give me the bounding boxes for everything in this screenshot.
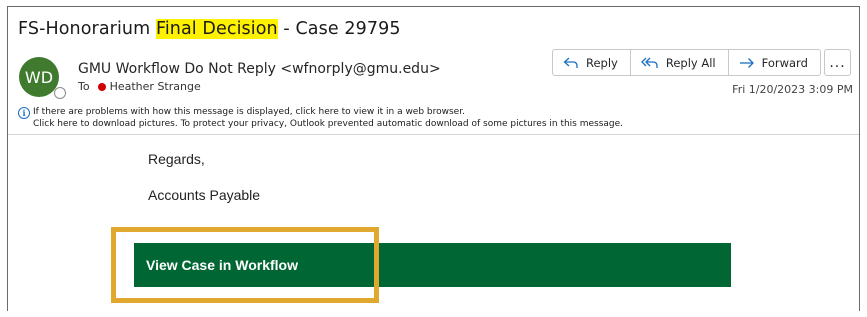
reply-arrow-icon (563, 57, 578, 68)
subject-highlight: Final Decision (155, 19, 278, 39)
received-date: Fri 1/20/2023 3:09 PM (732, 83, 853, 96)
reply-all-arrow-icon (640, 57, 658, 68)
reply-all-button[interactable]: Reply All (629, 50, 728, 75)
email-reading-pane: FS-Honorarium Final Decision - Case 2979… (7, 6, 860, 311)
message-action-group: Reply Reply All Forward (552, 49, 821, 76)
avatar-initials: WD (24, 67, 54, 87)
forward-label: Forward (761, 55, 808, 70)
forward-arrow-icon (739, 57, 754, 68)
header-divider (8, 134, 859, 135)
recipient-name[interactable]: Heather Strange (110, 80, 201, 93)
view-case-button[interactable]: View Case in Workflow (134, 243, 731, 287)
to-label: To (78, 80, 90, 93)
body-regards: Regards, (148, 151, 205, 167)
presence-status-icon (54, 87, 66, 99)
sender-avatar[interactable]: WD (19, 57, 59, 97)
reply-button[interactable]: Reply (553, 50, 630, 75)
info-icon: i (18, 107, 30, 119)
more-options-button[interactable]: ... (824, 49, 851, 76)
more-options-icon: ... (829, 54, 846, 71)
view-case-label: View Case in Workflow (146, 257, 298, 273)
sender-name[interactable]: GMU Workflow Do Not Reply <wfnorply@gmu.… (78, 61, 441, 77)
subject-suffix: - Case 29795 (277, 19, 401, 39)
forward-button[interactable]: Forward (727, 50, 820, 75)
view-in-browser-link[interactable]: If there are problems with how this mess… (33, 107, 465, 117)
reply-label: Reply (586, 55, 618, 70)
subject-prefix: FS-Honorarium (18, 19, 156, 39)
recipient-line: To Heather Strange (78, 80, 201, 93)
download-pictures-link[interactable]: Click here to download pictures. To prot… (33, 119, 623, 129)
recipient-presence-icon (97, 82, 106, 91)
email-subject: FS-Honorarium Final Decision - Case 2979… (18, 19, 401, 39)
body-signature: Accounts Payable (148, 187, 261, 203)
reply-all-label: Reply All (665, 55, 716, 70)
